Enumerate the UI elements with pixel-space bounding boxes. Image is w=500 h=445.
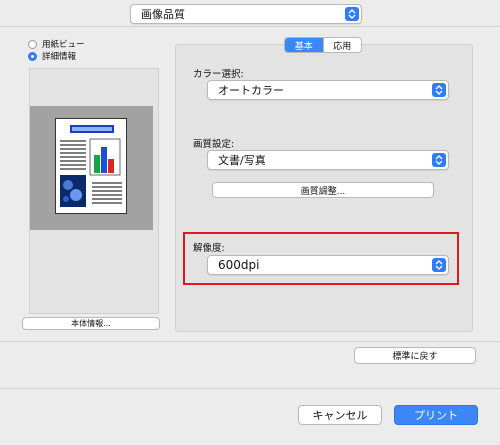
- device-info-button-label: 本体情報...: [71, 319, 111, 328]
- radio-paper-view-label: 用紙ビュー: [42, 40, 85, 50]
- chevron-updown-icon: [432, 153, 446, 167]
- quality-setting-value: 文書/写真: [218, 154, 266, 167]
- chevron-updown-icon: [345, 7, 359, 21]
- restore-defaults-button-label: 標準に戻す: [392, 352, 438, 362]
- color-select-value: オートカラー: [218, 84, 284, 97]
- document-preview-image: [60, 125, 122, 207]
- section-divider: [0, 341, 500, 342]
- cancel-button-label: キャンセル: [312, 409, 368, 422]
- quality-adjust-button[interactable]: 画質調整...: [212, 182, 434, 198]
- page-preview-thumbnail: [55, 118, 127, 214]
- color-select-label: カラー選択:: [193, 69, 244, 80]
- color-select-popup[interactable]: オートカラー: [207, 80, 449, 100]
- tab-segmented-control[interactable]: 基本 応用: [284, 37, 362, 53]
- radio-detail-info-label: 詳細情報: [42, 52, 77, 62]
- radio-button-selected[interactable]: [28, 51, 37, 61]
- preset-popup-label: 画像品質: [141, 8, 185, 21]
- tab-basic[interactable]: 基本: [285, 38, 323, 52]
- device-info-button[interactable]: 本体情報...: [22, 317, 160, 330]
- print-button[interactable]: プリント: [394, 405, 478, 425]
- footer-divider: [0, 388, 500, 389]
- radio-button[interactable]: [28, 39, 37, 49]
- tab-advanced[interactable]: 応用: [322, 38, 361, 52]
- tab-basic-label: 基本: [294, 41, 313, 52]
- print-button-label: プリント: [414, 409, 458, 422]
- quality-adjust-button-label: 画質調整...: [300, 186, 346, 197]
- chevron-updown-icon: [432, 83, 446, 97]
- highlight-box: [183, 232, 459, 285]
- preset-popup[interactable]: 画像品質: [130, 4, 362, 24]
- cancel-button[interactable]: キャンセル: [298, 405, 382, 425]
- radio-detail-info[interactable]: 詳細情報: [28, 50, 76, 62]
- header-divider: [0, 26, 500, 27]
- tab-advanced-label: 応用: [333, 41, 352, 52]
- quality-setting-label: 画質設定:: [193, 139, 235, 150]
- radio-paper-view[interactable]: 用紙ビュー: [28, 38, 85, 50]
- restore-defaults-button[interactable]: 標準に戻す: [354, 347, 476, 364]
- quality-setting-popup[interactable]: 文書/写真: [207, 150, 449, 170]
